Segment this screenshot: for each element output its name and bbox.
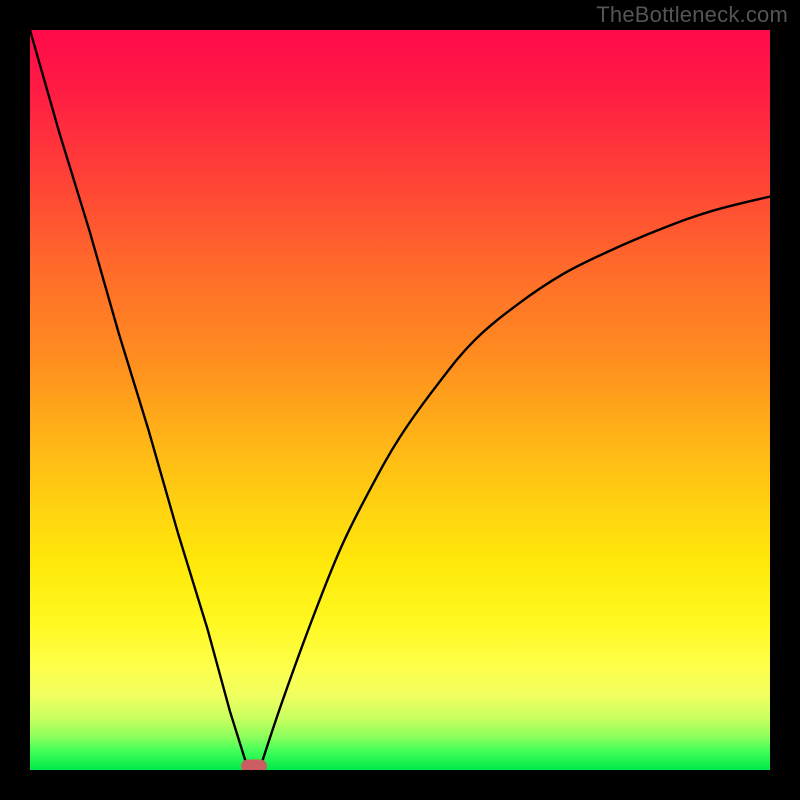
- chart-frame: TheBottleneck.com: [0, 0, 800, 800]
- curve-left: [30, 30, 248, 770]
- plot-area: [30, 30, 770, 770]
- curve-svg: [30, 30, 770, 770]
- bottleneck-marker: [241, 760, 267, 770]
- curve-right: [259, 197, 770, 771]
- watermark-text: TheBottleneck.com: [596, 2, 788, 28]
